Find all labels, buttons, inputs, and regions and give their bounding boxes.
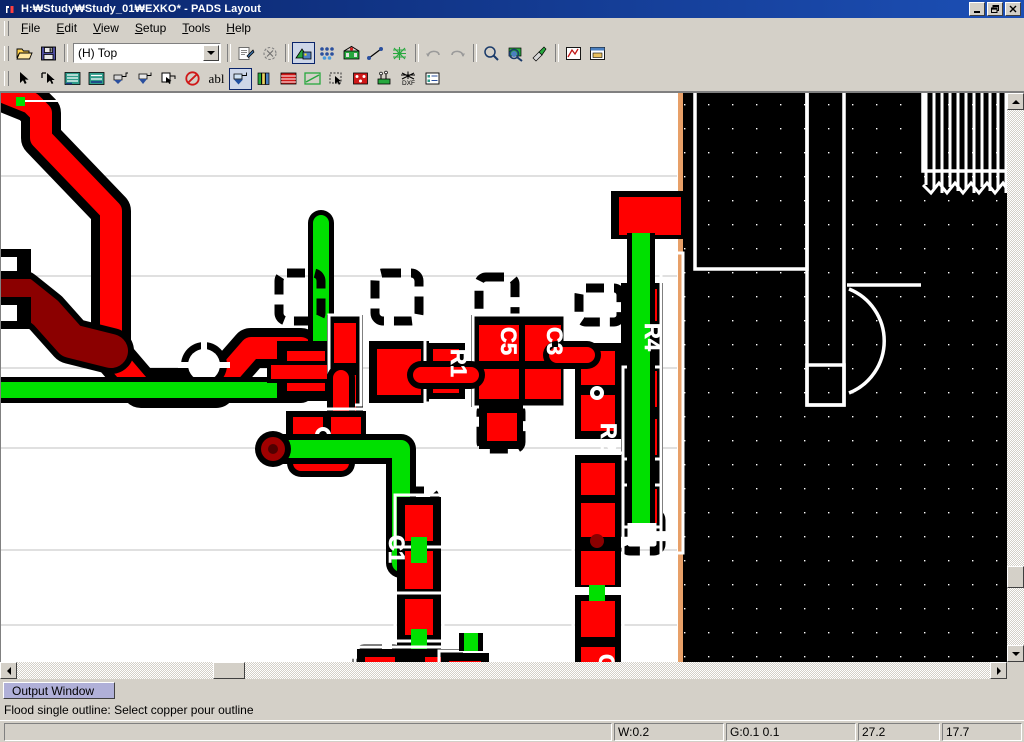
- output-window-tabstrip: Output Window: [0, 679, 1024, 699]
- chevron-down-icon[interactable]: [203, 45, 219, 61]
- pcb-canvas[interactable]: R4 R2 C1 C5 C2 R1 R3 C3: [0, 92, 1007, 662]
- pads-layout-window: H:₩Study₩Study_01₩EXKO* - PADS Layout Fi…: [0, 0, 1024, 742]
- view-board-button[interactable]: [562, 42, 585, 64]
- work-area: R4 R2 C1 C5 C2 R1 R3 C3: [0, 92, 1024, 662]
- refdes-r1: R1: [446, 349, 471, 377]
- main-toolbar-grip[interactable]: [4, 45, 9, 61]
- tab-output-window[interactable]: Output Window: [3, 682, 115, 699]
- add-route-button[interactable]: [61, 68, 84, 90]
- restore-button[interactable]: [987, 2, 1003, 16]
- status-panel-grid: G:0.1 0.1: [726, 722, 856, 741]
- zoom-button[interactable]: [480, 42, 503, 64]
- refdes-c3: C3: [542, 327, 567, 355]
- toolbar-separator: [64, 44, 68, 62]
- select-button[interactable]: [13, 68, 36, 90]
- library-button[interactable]: [253, 68, 276, 90]
- toolbar-separator: [473, 44, 477, 62]
- close-button[interactable]: [1005, 2, 1021, 16]
- status-panel-coord-x: 27.2: [858, 722, 940, 741]
- design-toolbar: abl DXF: [0, 66, 1024, 92]
- layer-select[interactable]: (H) Top: [73, 43, 221, 63]
- pcb-drawing[interactable]: R4 R2 C1 C5 C2 R1 R3 C3: [1, 93, 1007, 662]
- layer-select-value: (H) Top: [78, 46, 118, 60]
- undo-button[interactable]: [422, 42, 445, 64]
- toolbar-separator: [415, 44, 419, 62]
- status-panel-blank: [4, 722, 612, 741]
- properties-button[interactable]: [234, 42, 257, 64]
- refdes-c5: C5: [496, 327, 521, 355]
- horizontal-scroll-thumb[interactable]: [213, 662, 245, 679]
- menu-item-tools[interactable]: Tools: [174, 19, 218, 38]
- menu-bar: File Edit View Setup Tools Help: [0, 18, 1024, 40]
- no-route-button[interactable]: [181, 68, 204, 90]
- window-controls: [969, 2, 1021, 16]
- query-shape-button[interactable]: [325, 68, 348, 90]
- menu-grip[interactable]: [4, 21, 9, 36]
- scroll-up-button[interactable]: [1007, 93, 1024, 110]
- vertical-scroll-thumb[interactable]: [1007, 566, 1024, 588]
- menu-item-file[interactable]: File: [13, 19, 48, 38]
- zoom-area-button[interactable]: [504, 42, 527, 64]
- vertical-scrollbar[interactable]: [1007, 92, 1024, 662]
- menu-item-help[interactable]: Help: [218, 19, 259, 38]
- report-button[interactable]: [421, 68, 444, 90]
- tab-output-window-label: Output Window: [12, 683, 95, 698]
- horizontal-scrollbar[interactable]: [0, 662, 1024, 679]
- pads-layout-icon: [3, 2, 17, 16]
- menu-item-edit[interactable]: Edit: [48, 19, 85, 38]
- refdes-r2: R2: [596, 423, 621, 451]
- svg-text:DXF: DXF: [402, 80, 415, 87]
- horizontal-scroll-track[interactable]: [17, 662, 990, 679]
- pour-manager-button[interactable]: [109, 68, 132, 90]
- scroll-down-button[interactable]: [1007, 645, 1024, 662]
- status-panel-coord-y: 17.7: [942, 722, 1022, 741]
- design-toolbar-grip[interactable]: [4, 71, 9, 86]
- toolbar-separator: [285, 44, 289, 62]
- drc-button[interactable]: [349, 68, 372, 90]
- prompt-message: Flood single outline: Select copper pour…: [0, 699, 1024, 720]
- mixed-plane-button[interactable]: [301, 68, 324, 90]
- drafting-toolbar-button[interactable]: [340, 42, 363, 64]
- menu-item-view[interactable]: View: [85, 19, 127, 38]
- refdes-c2: C2: [594, 654, 619, 662]
- disperse-button[interactable]: [258, 42, 281, 64]
- status-panel-width: W:0.2: [614, 722, 724, 741]
- test-point-button[interactable]: [373, 68, 396, 90]
- redo-button[interactable]: [446, 42, 469, 64]
- cam-button[interactable]: [388, 42, 411, 64]
- menu-item-setup[interactable]: Setup: [127, 19, 174, 38]
- prompt-message-text: Flood single outline: Select copper pour…: [4, 702, 254, 717]
- plane-split-button[interactable]: [277, 68, 300, 90]
- toolbar-separator: [555, 44, 559, 62]
- refdes-c1: C1: [384, 535, 409, 563]
- toolbar-separator: [227, 44, 231, 62]
- select-mode-button[interactable]: [37, 68, 60, 90]
- redraw-button[interactable]: [528, 42, 551, 64]
- flood-button[interactable]: [133, 68, 156, 90]
- title-bar: H:₩Study₩Study_01₩EXKO* - PADS Layout: [0, 0, 1024, 18]
- dimensioning-button[interactable]: [364, 42, 387, 64]
- scroll-right-button[interactable]: [990, 662, 1007, 679]
- vertical-scroll-track[interactable]: [1007, 110, 1024, 645]
- eco-toolbar-button[interactable]: [316, 42, 339, 64]
- open-file-button[interactable]: [13, 42, 36, 64]
- refdes-r4: R4: [640, 323, 665, 352]
- main-toolbar: (H) Top: [0, 40, 1024, 66]
- dynamic-route-button[interactable]: [85, 68, 108, 90]
- view-sheet-button[interactable]: [586, 42, 609, 64]
- dxf-button[interactable]: DXF: [397, 68, 420, 90]
- scroll-left-button[interactable]: [0, 662, 17, 679]
- text-button[interactable]: abl: [205, 68, 228, 90]
- design-toolbar-button[interactable]: [292, 42, 315, 64]
- status-bar: W:0.2 G:0.1 0.1 27.2 17.7: [0, 720, 1024, 742]
- copper-pour-button[interactable]: [229, 67, 252, 90]
- save-file-button[interactable]: [37, 42, 60, 64]
- scrollbar-corner: [1007, 662, 1024, 679]
- window-title: H:₩Study₩Study_01₩EXKO* - PADS Layout: [21, 3, 262, 15]
- minimize-button[interactable]: [969, 2, 985, 16]
- copy-to-layer-button[interactable]: [157, 68, 180, 90]
